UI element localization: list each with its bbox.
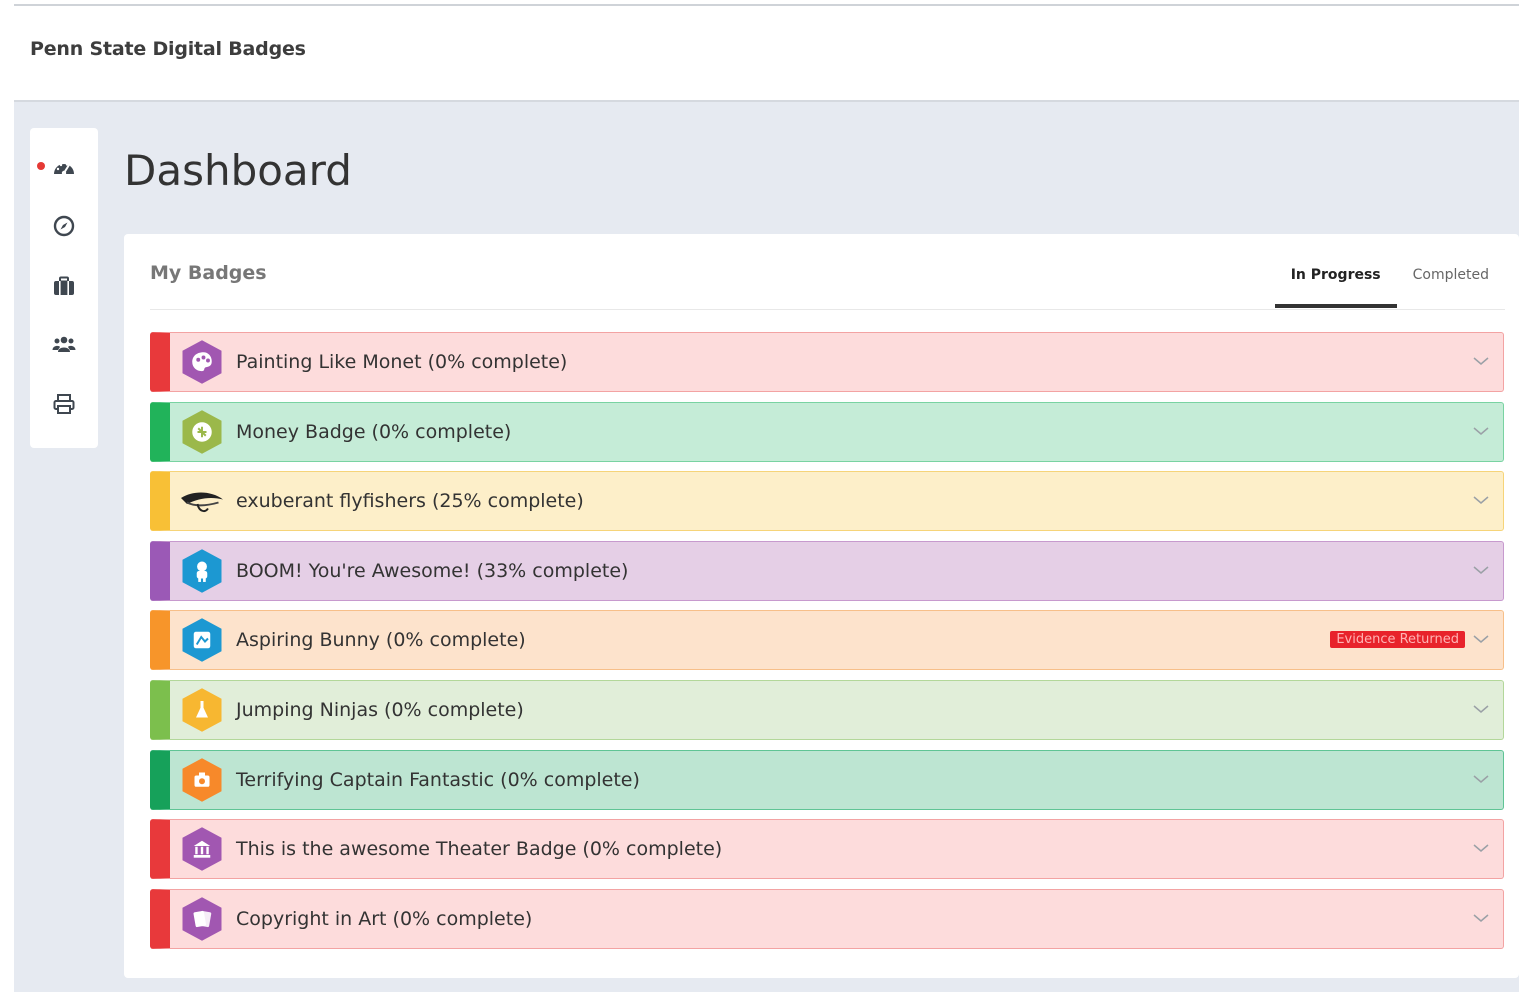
badge-icon: [178, 477, 226, 525]
badge-icon: [178, 408, 226, 456]
my-badges-card: My Badges In Progress Completed Painting…: [124, 234, 1519, 978]
coin-icon: [182, 409, 222, 454]
badge-row[interactable]: This is the awesome Theater Badge (0% co…: [150, 819, 1504, 880]
briefcase-icon: [54, 276, 74, 295]
badge-row[interactable]: exuberant flyfishers (25% complete): [150, 471, 1504, 532]
badge-icon: [178, 825, 226, 873]
badge-row[interactable]: Painting Like Monet (0% complete): [150, 332, 1504, 392]
nav-explore[interactable]: [30, 206, 98, 246]
chevron-down-icon[interactable]: [1471, 699, 1491, 719]
badge-name: Terrifying Captain Fantastic (0% complet…: [236, 768, 640, 791]
chevron-down-icon[interactable]: [1471, 908, 1491, 928]
camera-icon: [182, 757, 222, 802]
nav-portfolio[interactable]: [30, 266, 98, 306]
badge-icon: [178, 756, 226, 804]
chevron-down-icon[interactable]: [1471, 560, 1491, 580]
badge-icon: [178, 616, 226, 664]
badge-row[interactable]: Money Badge (0% complete): [150, 401, 1504, 462]
card-divider: [150, 309, 1505, 310]
badge-name: Aspiring Bunny (0% complete): [236, 629, 526, 652]
compass-icon: [53, 215, 75, 237]
tab-completed[interactable]: Completed: [1397, 264, 1505, 308]
flask-icon: [182, 688, 222, 732]
badge-icon: [178, 547, 226, 595]
nav-print[interactable]: [30, 384, 98, 424]
page-title: Dashboard: [124, 146, 352, 195]
card-title: My Badges: [150, 262, 267, 284]
chevron-down-icon[interactable]: [1471, 838, 1491, 858]
main-content: Dashboard My Badges In Progress Complete…: [14, 100, 1519, 992]
fishing-fly-icon: [181, 492, 223, 513]
badge-row[interactable]: Terrifying Captain Fantastic (0% complet…: [150, 749, 1504, 810]
side-navigation: [30, 128, 98, 448]
brand-title[interactable]: Penn State Digital Badges: [30, 38, 306, 60]
cards-icon: [182, 897, 222, 941]
badge-name: Jumping Ninjas (0% complete): [236, 698, 524, 721]
palette-icon: [182, 340, 222, 384]
app-header: Penn State Digital Badges: [0, 6, 1519, 102]
nav-dashboard[interactable]: [30, 148, 98, 188]
badge-row[interactable]: BOOM! You're Awesome! (33% complete): [150, 540, 1504, 601]
badge-row[interactable]: Aspiring Bunny (0% complete) Evidence Ret…: [150, 610, 1504, 671]
museum-icon: [182, 827, 222, 871]
badge-name: BOOM! You're Awesome! (33% complete): [236, 559, 629, 582]
users-icon: [52, 336, 76, 352]
badge-icon: [178, 338, 226, 386]
badge-tabs: In Progress Completed: [1274, 264, 1505, 308]
chevron-down-icon[interactable]: [1471, 629, 1491, 649]
badge-name: Painting Like Monet (0% complete): [236, 351, 568, 373]
badge-icon: [178, 686, 226, 734]
print-icon: [53, 394, 75, 414]
badge-icon: [178, 895, 226, 943]
badge-list: Painting Like Monet (0% complete) Money B…: [150, 332, 1504, 958]
badge-row[interactable]: Jumping Ninjas (0% complete): [150, 679, 1504, 740]
badge-name: Money Badge (0% complete): [236, 420, 512, 443]
bunny-icon: [182, 618, 222, 663]
badge-name: This is the awesome Theater Badge (0% co…: [236, 838, 723, 861]
status-badge: Evidence Returned: [1330, 631, 1465, 649]
astronaut-icon: [182, 549, 222, 593]
badge-row[interactable]: Copyright in Art (0% complete): [150, 888, 1504, 949]
chevron-down-icon[interactable]: [1471, 769, 1491, 789]
chevron-down-icon[interactable]: [1471, 490, 1491, 510]
dashboard-icon: [54, 163, 74, 176]
badge-name: exuberant flyfishers (25% complete): [236, 490, 584, 513]
tab-in-progress[interactable]: In Progress: [1274, 264, 1397, 308]
chevron-down-icon[interactable]: [1471, 351, 1491, 371]
chevron-down-icon[interactable]: [1471, 421, 1491, 441]
badge-name: Copyright in Art (0% complete): [236, 907, 533, 930]
nav-groups[interactable]: [30, 324, 98, 364]
